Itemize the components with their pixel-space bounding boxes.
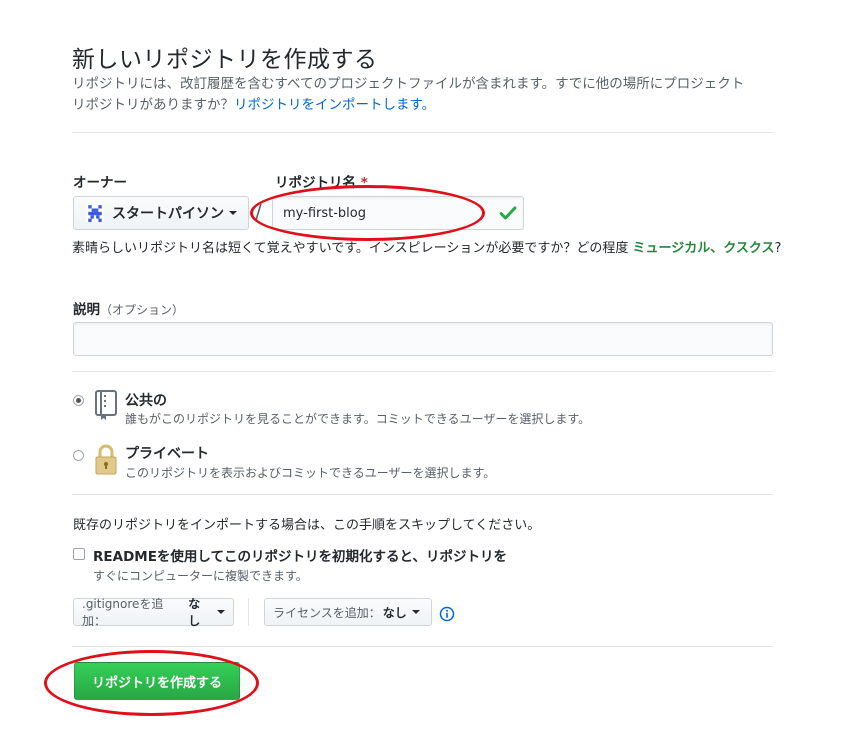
repo-book-icon <box>95 390 117 420</box>
suggestion-link-2[interactable]: クスクス <box>723 241 774 256</box>
hint-comma: 、 <box>710 241 724 256</box>
divider <box>72 132 773 133</box>
private-option-title: プライベート <box>125 446 209 462</box>
subtitle-text-2: リポジトリがありますか？ <box>72 97 234 113</box>
divider <box>72 494 773 495</box>
lock-icon <box>95 444 117 475</box>
divider <box>72 371 773 372</box>
repo-name-label: リポジトリ名 * <box>275 171 368 191</box>
hint-text: 素晴らしいリポジトリ名は短くて覚えやすいです。インスピレーションが必要ですか？ど… <box>72 241 629 256</box>
owner-select-button[interactable]: スタートパイソン <box>73 196 249 230</box>
owner-avatar-icon <box>86 204 104 222</box>
readme-sublabel: すぐにコンピューターに複製できます。 <box>93 569 308 583</box>
owner-name: スタートパイソン <box>112 206 224 222</box>
repo-name-hint: 素晴らしいリポジトリ名は短くて覚えやすいです。インスピレーションが必要ですか？ど… <box>72 238 792 259</box>
required-mark: * <box>360 175 368 191</box>
license-value: なし <box>382 605 407 620</box>
import-repository-link[interactable]: リポジトリをインポートします。 <box>234 97 435 113</box>
public-option-title: 公共の <box>125 393 167 409</box>
description-input[interactable] <box>73 322 773 356</box>
public-option-desc: 誰もがこのリポジトリを見ることができます。コミットできるユーザーを選択します。 <box>125 412 591 426</box>
license-select[interactable]: ライセンスを追加： なし <box>264 598 432 626</box>
divider <box>72 646 773 647</box>
owner-repo-separator: / <box>255 200 262 224</box>
hint-end: ? <box>774 241 782 256</box>
info-icon[interactable] <box>439 606 455 622</box>
gitignore-label: .gitignoreを追加： <box>82 597 164 628</box>
chevron-down-icon <box>217 610 225 614</box>
suggestion-link-1[interactable]: ミュージカル <box>633 241 711 256</box>
description-optional: （オプション） <box>100 303 185 317</box>
private-option-desc: このリポジトリを表示およびコミットできるユーザーを選択します。 <box>125 466 496 480</box>
page-subtitle: リポジトリには、改訂履歴を含むすべてのプロジェクトファイルが含まれます。すでに他… <box>72 74 782 116</box>
chevron-down-icon <box>229 211 237 215</box>
skip-instruction: 既存のリポジトリをインポートする場合は、この手順をスキップしてください。 <box>73 518 541 533</box>
readme-checkbox[interactable] <box>73 548 85 560</box>
subtitle-text-1: リポジトリには、改訂履歴を含むすべてのプロジェクトファイルが含まれます。すでに他… <box>72 76 745 92</box>
chevron-down-icon <box>411 610 420 614</box>
page-title: 新しいリポジトリを作成する <box>72 47 378 73</box>
description-label: 説明（オプション） <box>73 298 184 318</box>
readme-label: READMEを使用してこのリポジトリを初期化すると、リポジトリを <box>93 549 507 565</box>
check-icon <box>499 206 517 220</box>
gitignore-value: なし <box>188 597 201 628</box>
gitignore-select[interactable]: .gitignoreを追加： なし <box>73 597 234 628</box>
license-label: ライセンスを追加： <box>273 605 381 620</box>
private-radio[interactable] <box>73 450 84 461</box>
create-repository-button[interactable]: リポジトリを作成する <box>74 662 240 700</box>
public-radio[interactable] <box>73 395 84 406</box>
repo-name-input[interactable] <box>272 196 524 230</box>
repo-name-label-text: リポジトリ名 <box>275 175 356 191</box>
description-label-text: 説明 <box>73 302 100 318</box>
owner-label: オーナー <box>73 175 127 191</box>
vertical-divider <box>248 598 249 626</box>
